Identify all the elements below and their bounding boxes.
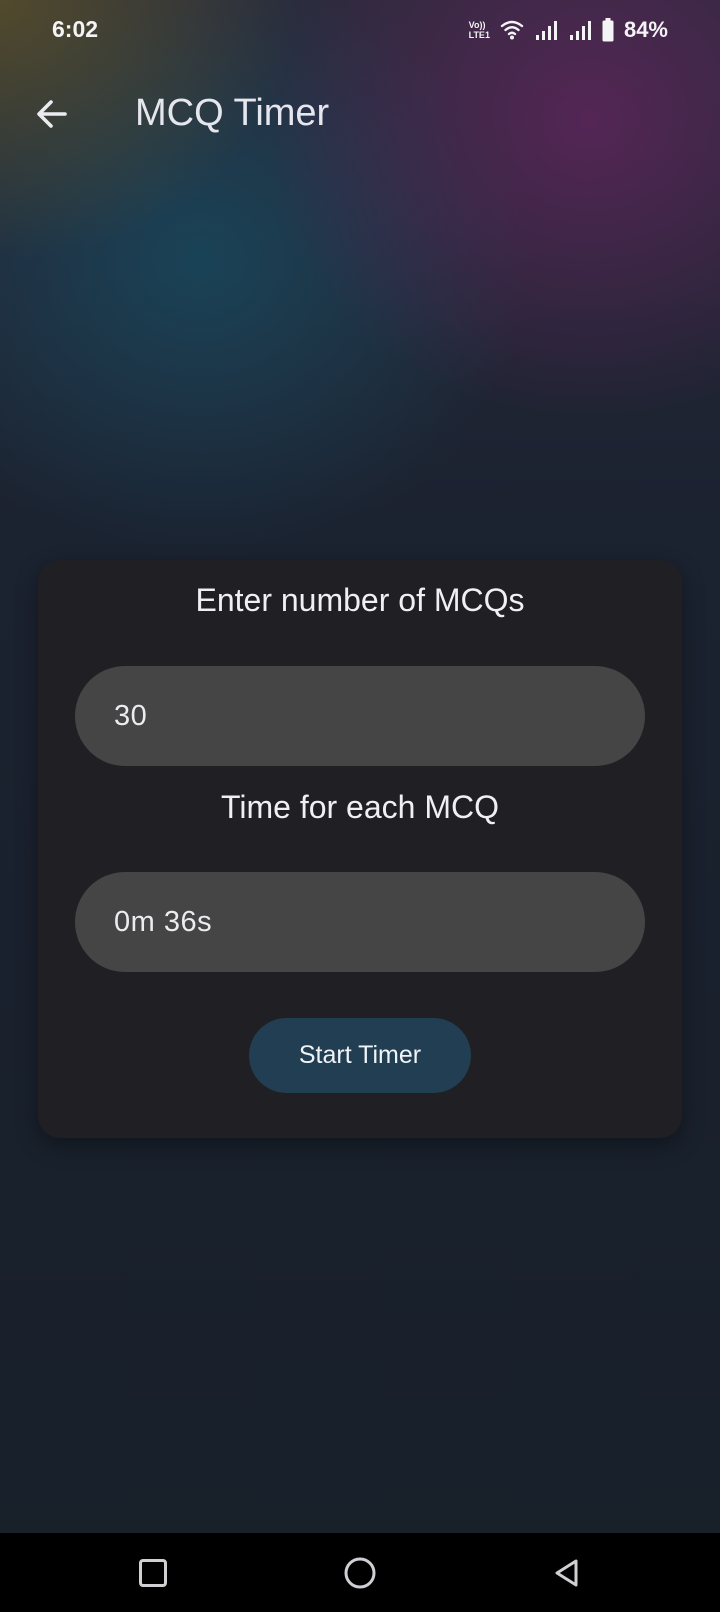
time-each-label: Time for each MCQ [221, 789, 499, 825]
home-circle-icon [344, 1557, 376, 1589]
status-icons: Vo)) LTE1 84% [469, 16, 668, 44]
signal-icon [569, 21, 591, 40]
status-time: 6:02 [52, 16, 99, 42]
battery-icon [602, 18, 614, 42]
battery-percent: 84% [623, 17, 668, 42]
back-button[interactable] [26, 88, 78, 140]
recents-button[interactable] [127, 1547, 179, 1599]
timer-setup-card: Enter number of MCQs 30 Time for each MC… [38, 560, 682, 1138]
start-timer-button[interactable]: Start Timer [249, 1018, 471, 1093]
volte-bottom-text: LTE1 [468, 30, 490, 40]
back-triangle-icon [555, 1559, 578, 1587]
mcq-count-label: Enter number of MCQs [195, 582, 525, 618]
signal-icon [535, 21, 557, 40]
page-title: MCQ Timer [135, 92, 330, 134]
navigation-bar [0, 1533, 720, 1612]
recents-square-icon [139, 1559, 167, 1587]
arrow-left-icon [37, 100, 67, 128]
volte-icon: Vo)) LTE1 [469, 20, 490, 40]
wifi-icon [500, 20, 524, 40]
system-back-button[interactable] [541, 1547, 593, 1599]
mcq-count-input[interactable]: 30 [75, 666, 645, 766]
status-bar: 6:02 Vo)) LTE1 84% [0, 0, 720, 62]
app-bar: MCQ Timer [0, 70, 720, 156]
home-button[interactable] [334, 1547, 386, 1599]
volte-top-text: Vo)) [468, 20, 486, 30]
time-each-field[interactable]: 0m 36s [75, 872, 645, 972]
